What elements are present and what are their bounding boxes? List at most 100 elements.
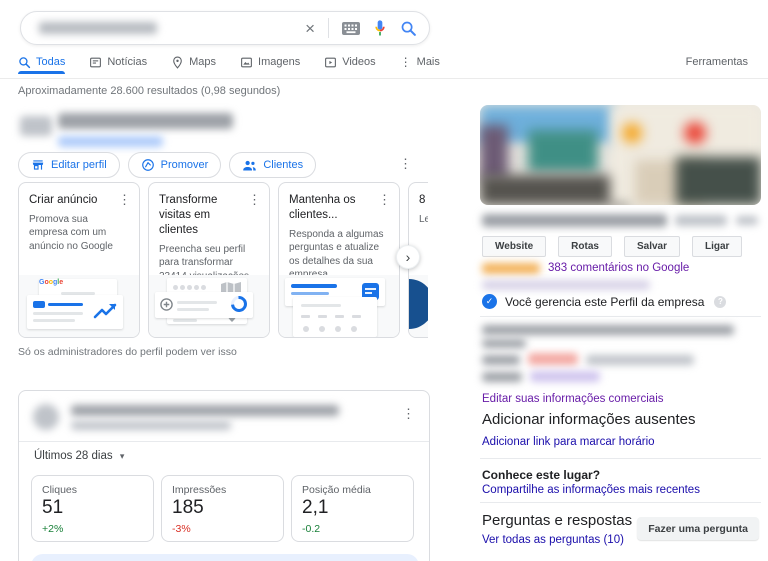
add-circle-icon <box>160 298 173 311</box>
card-menu-button[interactable]: ⋮ <box>248 193 261 238</box>
profile-title-redacted <box>58 113 233 129</box>
card-mantenha-clientes[interactable]: Mantenha os clientes... ⋮ Responda a alg… <box>278 182 400 338</box>
card-illustration <box>409 275 428 337</box>
know-place-heading: Conhece este lugar? <box>482 468 601 482</box>
call-button[interactable]: Ligar <box>692 236 743 257</box>
chevron-right-icon: › <box>405 249 411 265</box>
business-name-redacted <box>71 405 339 416</box>
verified-badge-icon: ✓ <box>482 294 497 309</box>
performance-divider <box>19 441 429 442</box>
active-tab-underline <box>18 71 65 74</box>
performance-more-menu[interactable]: ⋮ <box>402 407 415 420</box>
clear-search-button[interactable]: × <box>305 20 315 37</box>
chevron-down-icon: ▾ <box>119 451 125 461</box>
period-selector[interactable]: Últimos 28 dias ▾ <box>34 450 124 462</box>
tab-videos[interactable]: Videos <box>324 56 376 69</box>
card-menu-button[interactable]: ⋮ <box>378 193 391 223</box>
carousel-next-button[interactable]: › <box>396 245 420 269</box>
phone-number-redacted <box>530 371 600 382</box>
business-photos[interactable] <box>480 105 761 205</box>
card-illustration <box>279 275 399 337</box>
search-bar[interactable]: × <box>20 11 430 45</box>
search-icon <box>19 56 31 68</box>
profile-more-menu[interactable]: ⋮ <box>399 157 412 170</box>
progress-ring-icon <box>227 292 251 316</box>
knowledge-panel: Website Rotas Salvar Ligar 383 comentári… <box>480 105 761 561</box>
booking-link[interactable]: Adicionar link para marcar horário <box>482 436 655 448</box>
mic-icon <box>375 19 385 35</box>
tab-imagens[interactable]: Imagens <box>240 56 300 69</box>
tab-label: Imagens <box>258 56 301 68</box>
stat-label: Cliques <box>42 484 78 496</box>
kp-divider <box>480 502 761 503</box>
play-icon <box>325 57 337 67</box>
promote-icon <box>141 159 154 171</box>
card-body: Le re <box>419 213 428 225</box>
address-line1-redacted <box>482 325 734 335</box>
searchbar-divider <box>328 18 329 38</box>
stat-value: 185 <box>172 497 204 518</box>
card-criar-anuncio[interactable]: Criar anúncio ⋮ Promova sua empresa com … <box>18 182 140 338</box>
news-icon <box>90 57 102 67</box>
suggestion-carousel: Criar anúncio ⋮ Promova sua empresa com … <box>18 182 428 340</box>
card-illustration: Google <box>19 275 139 337</box>
search-submit-button[interactable] <box>400 20 417 37</box>
directions-button[interactable]: Rotas <box>558 236 612 257</box>
save-button[interactable]: Salvar <box>623 236 680 257</box>
tab-label: Maps <box>189 56 217 68</box>
tab-mais[interactable]: ⋮ Mais <box>400 55 440 69</box>
tab-todas[interactable]: Todas <box>18 56 65 69</box>
search-icon <box>401 21 416 36</box>
edit-profile-button[interactable]: Editar perfil <box>18 152 120 178</box>
photo-tower-redacted <box>480 125 508 180</box>
business-subtitle-redacted <box>71 421 231 430</box>
profile-url-redacted <box>58 136 163 147</box>
share-info-link[interactable]: Compartilhe as informações mais recentes <box>482 484 700 496</box>
see-all-questions-link[interactable]: Ver todas as perguntas (10) <box>482 534 624 546</box>
edit-business-info-link[interactable]: Editar suas informações comerciais <box>482 393 664 405</box>
keyboard-button[interactable] <box>342 21 360 35</box>
kp-name-extra-redacted <box>675 215 727 226</box>
stat-label: Posição média <box>302 484 371 496</box>
customers-button[interactable]: Clientes <box>229 152 317 178</box>
tab-label: Notícias <box>107 56 148 68</box>
tab-maps[interactable]: Maps <box>171 56 216 69</box>
keyboard-icon <box>342 21 360 35</box>
photo-street-redacted <box>480 175 630 205</box>
promote-button[interactable]: Promover <box>127 152 222 178</box>
kp-business-name-redacted <box>482 214 667 227</box>
performance-card: ⋮ Últimos 28 dias ▾ Cliques 51 +2% Impre… <box>18 390 430 561</box>
tools-button[interactable]: Ferramentas <box>686 56 748 68</box>
image-icon <box>241 57 252 67</box>
stat-impressoes: Impressões 185 -3% <box>161 475 284 542</box>
stat-posicao-media: Posição média 2,1 -0.2 <box>291 475 414 542</box>
card-transforme-visitas[interactable]: Transforme visitas em clientes ⋮ Preench… <box>148 182 270 338</box>
hours-label-redacted <box>482 355 520 365</box>
tab-label: Mais <box>416 56 440 68</box>
ask-question-button[interactable]: Fazer uma pergunta <box>637 517 759 540</box>
stat-delta: +2% <box>42 523 64 535</box>
close-icon: × <box>305 18 315 38</box>
business-avatar-redacted <box>33 404 59 430</box>
manage-profile-row: ✓ Você gerencia este Perfil da empresa ? <box>482 294 727 309</box>
rating-stars-redacted <box>482 263 540 274</box>
tab-noticias[interactable]: Notícias <box>89 56 147 69</box>
website-button[interactable]: Website <box>482 236 547 257</box>
help-icon[interactable]: ? <box>714 295 727 308</box>
card-title: Mantenha os clientes... <box>289 194 356 221</box>
google-search-page: × Todas Notícias Maps Imagens Videos ⋮ M… <box>0 0 768 561</box>
customers-label: Clientes <box>263 159 304 171</box>
card-menu-button[interactable]: ⋮ <box>118 193 131 208</box>
map-pin-icon <box>173 56 182 69</box>
cards-footnote: Só os administradores do perfil podem ve… <box>18 346 237 358</box>
card-title: Criar anúncio <box>29 194 98 206</box>
qa-heading: Perguntas e respostas <box>482 512 633 529</box>
card-body: Promova sua empresa com um anúncio no Go… <box>29 213 113 252</box>
reviews-link[interactable]: 383 comentários no Google <box>548 262 689 274</box>
address-line2-redacted <box>482 339 526 348</box>
photo-interior-redacted <box>676 157 761 205</box>
map-marker-orange <box>622 123 642 143</box>
voice-search-button[interactable] <box>373 19 387 38</box>
search-tabs: Todas Notícias Maps Imagens Videos ⋮ Mai… <box>18 55 748 69</box>
result-stats: Aproximadamente 28.600 resultados (0,98 … <box>18 85 281 97</box>
